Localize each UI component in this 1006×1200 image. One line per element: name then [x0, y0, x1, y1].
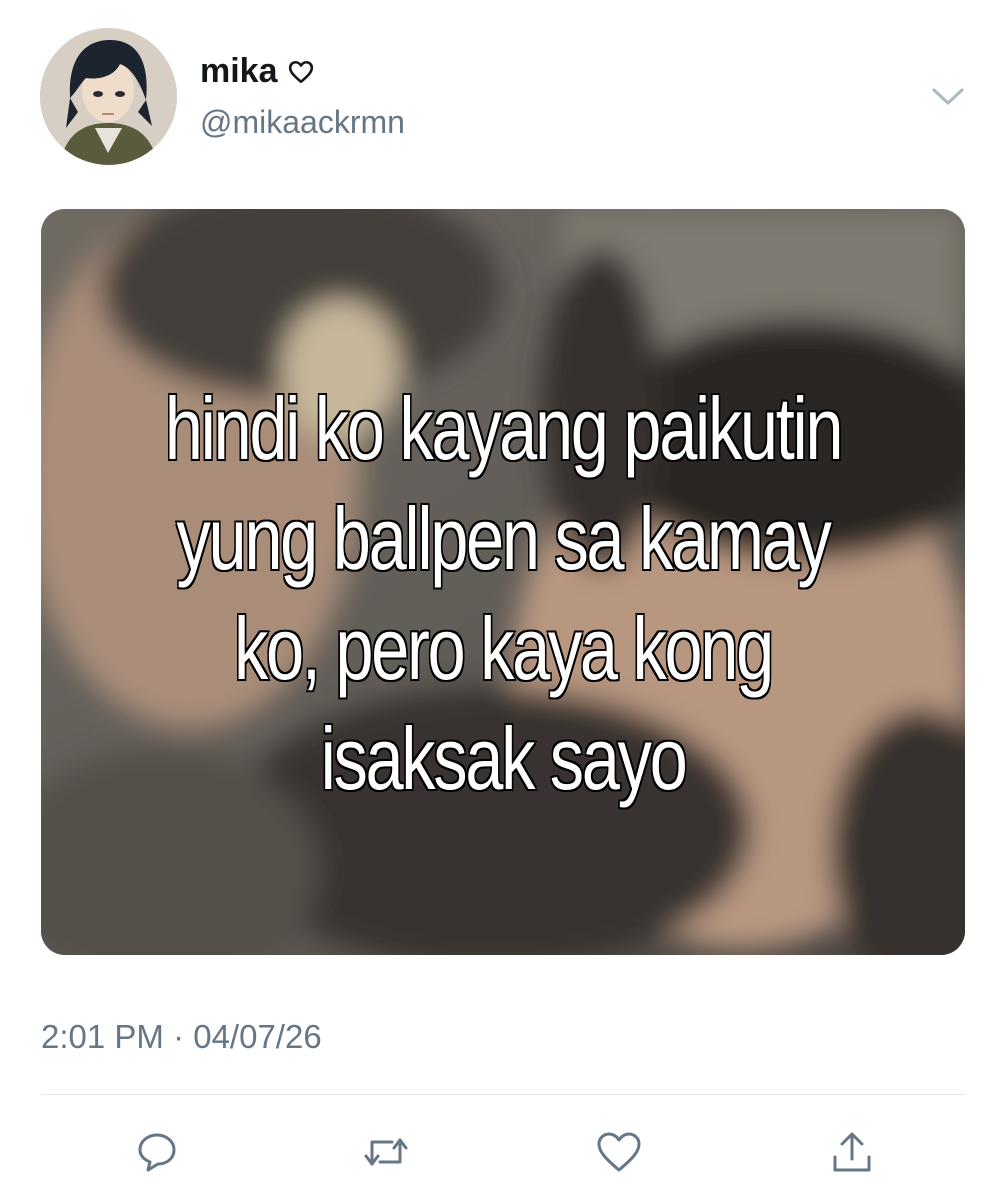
caption-line: hindi ko kayang paikutin	[164, 378, 845, 480]
heart-outline-icon	[288, 60, 313, 83]
caption-line: isaksak sayo	[319, 708, 689, 810]
display-name[interactable]: mika	[200, 52, 278, 91]
display-name-row[interactable]: mika	[200, 52, 314, 91]
divider	[41, 1094, 965, 1095]
retweet-button[interactable]	[362, 1128, 410, 1176]
caption-line: ko, pero kaya kong	[233, 598, 776, 700]
speech-bubble-icon	[138, 1133, 176, 1172]
like-button[interactable]	[595, 1128, 643, 1176]
media-caption: hindi ko kayang paikutin yung ballpen sa…	[143, 374, 864, 814]
caption-line: yung ballpen sa kamay	[175, 488, 833, 590]
user-handle[interactable]: @mikaackrmn	[200, 104, 405, 141]
chevron-down-icon	[932, 88, 964, 105]
avatar[interactable]	[40, 28, 177, 165]
share-icon	[833, 1132, 871, 1172]
heart-outline-icon	[597, 1132, 641, 1172]
share-button[interactable]	[828, 1128, 876, 1176]
retweet-icon	[364, 1138, 408, 1166]
reply-button[interactable]	[133, 1128, 181, 1176]
tweet-menu-button[interactable]	[928, 82, 968, 112]
tweet-media[interactable]: hindi ko kayang paikutin yung ballpen sa…	[41, 209, 965, 955]
tweet-timestamp[interactable]: 2:01 PM · 04/07/26	[41, 1018, 322, 1056]
avatar-image	[40, 28, 177, 165]
